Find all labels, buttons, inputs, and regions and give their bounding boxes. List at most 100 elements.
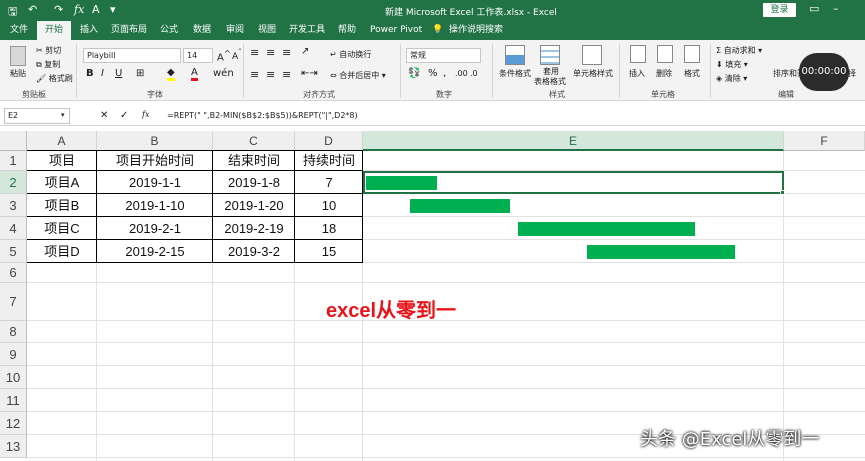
percent-button[interactable]: % bbox=[428, 68, 438, 79]
table-cell[interactable]: 项目D bbox=[27, 240, 97, 263]
conditional-format-button[interactable]: 条件格式 bbox=[499, 68, 531, 79]
table-cell[interactable]: 10 bbox=[295, 194, 363, 217]
header-cell[interactable]: 项目 bbox=[27, 151, 97, 171]
format-button[interactable]: 格式 bbox=[684, 68, 700, 79]
orientation-icon[interactable]: ↗ bbox=[301, 46, 309, 57]
tab-data[interactable]: 数据 bbox=[193, 21, 211, 40]
tab-view[interactable]: 视图 bbox=[258, 21, 276, 40]
decrease-decimal-icon[interactable]: .0 bbox=[470, 69, 478, 78]
table-cell[interactable]: 项目A bbox=[27, 171, 97, 194]
align-center-icon[interactable]: ≡ bbox=[266, 68, 275, 81]
tab-file[interactable]: 文件 bbox=[10, 21, 28, 40]
fill-button[interactable]: ⬇ 填充 ▾ bbox=[716, 59, 748, 70]
delete-cells-icon[interactable] bbox=[657, 45, 673, 63]
enter-icon[interactable]: ✓ bbox=[120, 110, 128, 121]
row-header[interactable]: 11 bbox=[0, 389, 27, 412]
column-header-e[interactable]: E bbox=[363, 131, 784, 151]
bold-button[interactable]: B bbox=[86, 68, 94, 79]
tab-formulas[interactable]: 公式 bbox=[160, 21, 178, 40]
row-header[interactable]: 5 bbox=[0, 240, 27, 263]
row-header[interactable]: 7 bbox=[0, 283, 27, 321]
select-all-corner[interactable] bbox=[0, 131, 27, 151]
format-table-icon[interactable] bbox=[540, 45, 560, 65]
table-cell[interactable]: 7 bbox=[295, 171, 363, 194]
insert-cells-icon[interactable] bbox=[630, 45, 646, 63]
row-header[interactable]: 9 bbox=[0, 343, 27, 366]
clear-button[interactable]: ◈ 清除 ▾ bbox=[716, 73, 747, 84]
row-header[interactable]: 3 bbox=[0, 194, 27, 217]
font-name-select[interactable]: Playbill bbox=[83, 48, 181, 63]
paste-icon[interactable] bbox=[10, 46, 26, 66]
comma-button[interactable]: , bbox=[443, 68, 446, 79]
insert-function-button[interactable]: fx bbox=[142, 110, 149, 119]
column-header-b[interactable]: B bbox=[97, 131, 213, 151]
copy-button[interactable]: ⧉ 复制 bbox=[36, 59, 60, 70]
row-header[interactable]: 4 bbox=[0, 217, 27, 240]
autosum-button[interactable]: Σ 自动求和 ▾ bbox=[716, 45, 762, 56]
tab-home[interactable]: 开始 bbox=[37, 21, 72, 40]
font-size-select[interactable]: 14 bbox=[183, 48, 213, 63]
tab-review[interactable]: 审阅 bbox=[226, 21, 244, 40]
table-cell[interactable]: 15 bbox=[295, 240, 363, 263]
tab-developer[interactable]: 开发工具 bbox=[289, 21, 325, 40]
table-cell[interactable]: 2019-2-19 bbox=[213, 217, 295, 240]
row-header[interactable]: 12 bbox=[0, 412, 27, 435]
tab-page-layout[interactable]: 页面布局 bbox=[111, 21, 147, 40]
row-header[interactable]: 6 bbox=[0, 263, 27, 283]
paste-label[interactable]: 粘贴 bbox=[10, 68, 26, 79]
table-cell[interactable]: 项目B bbox=[27, 194, 97, 217]
ribbon-display-icon[interactable]: ▭ bbox=[809, 2, 819, 15]
column-header-a[interactable]: A bbox=[27, 131, 97, 151]
format-painter-button[interactable]: 🖌 格式刷 bbox=[36, 73, 73, 84]
undo-icon[interactable]: ↶ bbox=[28, 3, 37, 16]
table-cell[interactable]: 2019-2-1 bbox=[97, 217, 213, 240]
table-cell[interactable]: 2019-2-15 bbox=[97, 240, 213, 263]
minimize-icon[interactable]: – bbox=[833, 2, 839, 15]
currency-icon[interactable]: 💱 bbox=[408, 68, 420, 79]
tab-power-pivot[interactable]: Power Pivot bbox=[370, 21, 422, 40]
shrink-font-icon[interactable]: Aˇ bbox=[232, 48, 242, 62]
column-header-c[interactable]: C bbox=[213, 131, 295, 151]
delete-button[interactable]: 删除 bbox=[656, 68, 672, 79]
cut-button[interactable]: ✂ 剪切 bbox=[36, 45, 61, 56]
cell-styles-icon[interactable] bbox=[582, 45, 602, 65]
merge-center-button[interactable]: ⇔ 合并后居中 ▾ bbox=[330, 70, 386, 81]
table-cell[interactable]: 2019-1-10 bbox=[97, 194, 213, 217]
number-format-select[interactable]: 常规 bbox=[406, 48, 481, 63]
customize-icon[interactable]: ▾ bbox=[110, 3, 116, 16]
table-cell[interactable]: 2019-3-2 bbox=[213, 240, 295, 263]
save-icon[interactable]: 🖫 bbox=[8, 3, 17, 22]
row-header[interactable]: 10 bbox=[0, 366, 27, 389]
border-icon[interactable]: ⊞ bbox=[136, 68, 144, 79]
table-cell[interactable]: 18 bbox=[295, 217, 363, 240]
header-cell[interactable]: 项目开始时间 bbox=[97, 151, 213, 171]
indent-icon[interactable]: ⇤⇥ bbox=[301, 68, 318, 79]
selected-cell-e2[interactable] bbox=[363, 171, 784, 194]
format-cells-icon[interactable] bbox=[684, 45, 700, 63]
row-header[interactable]: 2 bbox=[0, 171, 27, 194]
table-cell[interactable]: 项目C bbox=[27, 217, 97, 240]
column-header-f[interactable]: F bbox=[784, 131, 865, 151]
table-cell[interactable]: 2019-1-1 bbox=[97, 171, 213, 194]
fill-color-icon[interactable]: ◆ bbox=[167, 67, 175, 81]
table-cell[interactable]: 2019-1-20 bbox=[213, 194, 295, 217]
increase-decimal-icon[interactable]: .00 bbox=[455, 69, 468, 78]
phonetic-icon[interactable]: wén bbox=[213, 68, 234, 79]
underline-button[interactable]: U bbox=[115, 68, 122, 79]
format-table-label-2[interactable]: 表格格式 bbox=[534, 76, 566, 87]
grow-font-icon[interactable]: A^ bbox=[217, 48, 231, 63]
fill-handle[interactable] bbox=[780, 190, 785, 195]
align-bottom-icon[interactable]: ≡ bbox=[282, 46, 291, 59]
table-cell[interactable]: 2019-1-8 bbox=[213, 171, 295, 194]
row-header[interactable]: 8 bbox=[0, 321, 27, 343]
column-header-d[interactable]: D bbox=[295, 131, 363, 151]
font-color-icon[interactable]: A bbox=[191, 67, 198, 81]
conditional-format-icon[interactable] bbox=[505, 45, 525, 65]
header-cell[interactable]: 结束时间 bbox=[213, 151, 295, 171]
align-left-icon[interactable]: ≡ bbox=[250, 68, 259, 81]
font-color-icon[interactable]: A bbox=[92, 3, 100, 16]
row-header[interactable]: 13 bbox=[0, 435, 27, 458]
row-header[interactable]: 1 bbox=[0, 151, 27, 171]
name-box-dropdown-icon[interactable]: ▾ bbox=[61, 111, 65, 119]
redo-icon[interactable]: ↷ bbox=[54, 3, 63, 16]
